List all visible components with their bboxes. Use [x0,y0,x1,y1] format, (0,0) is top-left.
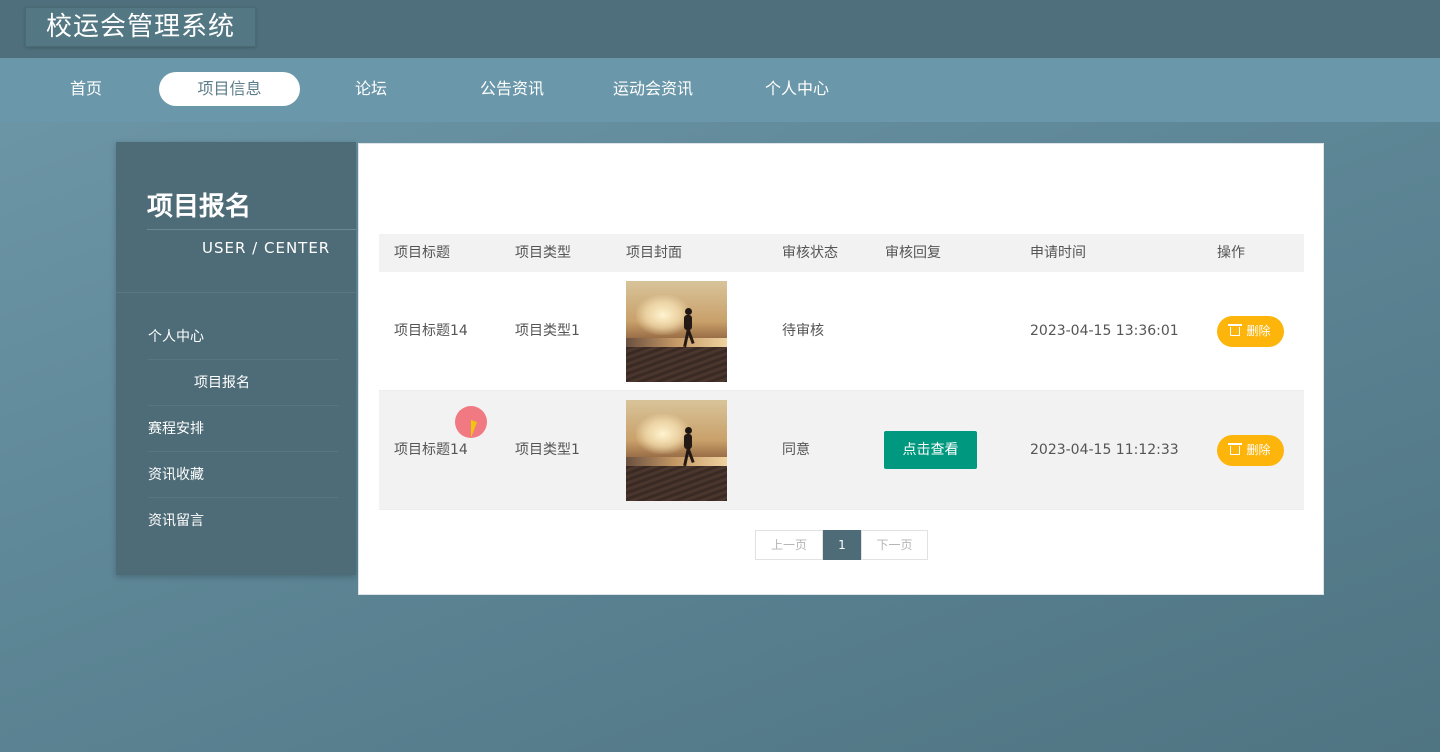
cover-image [626,400,727,501]
top-bar: 校运会管理系统 [0,0,1440,58]
view-reply-button[interactable]: 点击查看 [884,431,977,469]
current-page[interactable]: 1 [823,530,861,560]
cell-title: 项目标题14 [394,323,468,339]
nav-item-sports-news[interactable]: 运动会资讯 [600,72,706,106]
next-page-button[interactable]: 下一页 [861,530,928,560]
cell-status: 待审核 [782,323,824,339]
pagination: 上一页 1 下一页 [755,530,928,560]
delete-button[interactable]: 删除 [1217,435,1284,466]
sidebar-item-project-signup[interactable]: 项目报名 [148,360,338,406]
table-row: 项目标题14 项目类型1 待审核 2023-04-15 13:36:01 删除 [379,272,1304,391]
column-header-reply: 审核回复 [885,245,941,261]
app-title: 校运会管理系统 [25,7,257,47]
sidebar-title: 项目报名 [147,192,252,222]
prev-page-button[interactable]: 上一页 [755,530,823,560]
sidebar-item-news-comments[interactable]: 资讯留言 [148,498,338,544]
sidebar-item-news-favorites[interactable]: 资讯收藏 [148,452,338,498]
sidebar-divider [147,229,356,230]
cell-time: 2023-04-15 13:36:01 [1030,323,1179,339]
cell-type: 项目类型1 [515,442,580,458]
sidebar-divider [116,292,356,293]
delete-button[interactable]: 删除 [1217,316,1284,347]
column-header-actions: 操作 [1217,245,1245,261]
column-header-cover: 项目封面 [626,245,682,261]
sidebar-item-personal-center[interactable]: 个人中心 [148,314,338,360]
trash-icon [1228,324,1243,336]
nav-item-announcements[interactable]: 公告资讯 [462,72,562,106]
column-header-type: 项目类型 [515,245,571,261]
sidebar-item-schedule[interactable]: 赛程安排 [148,406,338,452]
main-panel: 项目标题 项目类型 项目封面 审核状态 审核回复 申请时间 操作 项目标题14 … [358,143,1324,595]
trash-icon [1228,443,1243,455]
table-row: 项目标题14 项目类型1 同意 点击查看 2023-04-15 11:12:33… [379,391,1304,510]
delete-label: 删除 [1246,324,1271,338]
cell-status: 同意 [782,442,810,458]
table-header: 项目标题 项目类型 项目封面 审核状态 审核回复 申请时间 操作 [379,234,1304,272]
column-header-status: 审核状态 [782,245,838,261]
sidebar: 项目报名 USER / CENTER 个人中心 项目报名 赛程安排 资讯收藏 资… [116,142,356,575]
cell-title: 项目标题14 [394,442,468,458]
cell-time: 2023-04-15 11:12:33 [1030,442,1179,458]
mouse-pointer-icon [471,419,477,441]
nav-item-project-info[interactable]: 项目信息 [159,72,300,106]
nav-item-home[interactable]: 首页 [48,72,124,106]
signup-table: 项目标题 项目类型 项目封面 审核状态 审核回复 申请时间 操作 项目标题14 … [379,234,1304,510]
cover-image [626,281,727,382]
column-header-title: 项目标题 [394,245,450,261]
cell-type: 项目类型1 [515,323,580,339]
main-nav: 首页 项目信息 论坛 公告资讯 运动会资讯 个人中心 [0,58,1440,122]
delete-label: 删除 [1246,443,1271,457]
sidebar-subtitle: USER / CENTER [202,239,331,257]
nav-item-forum[interactable]: 论坛 [333,72,409,106]
nav-item-personal-center[interactable]: 个人中心 [747,72,847,106]
column-header-time: 申请时间 [1030,245,1086,261]
